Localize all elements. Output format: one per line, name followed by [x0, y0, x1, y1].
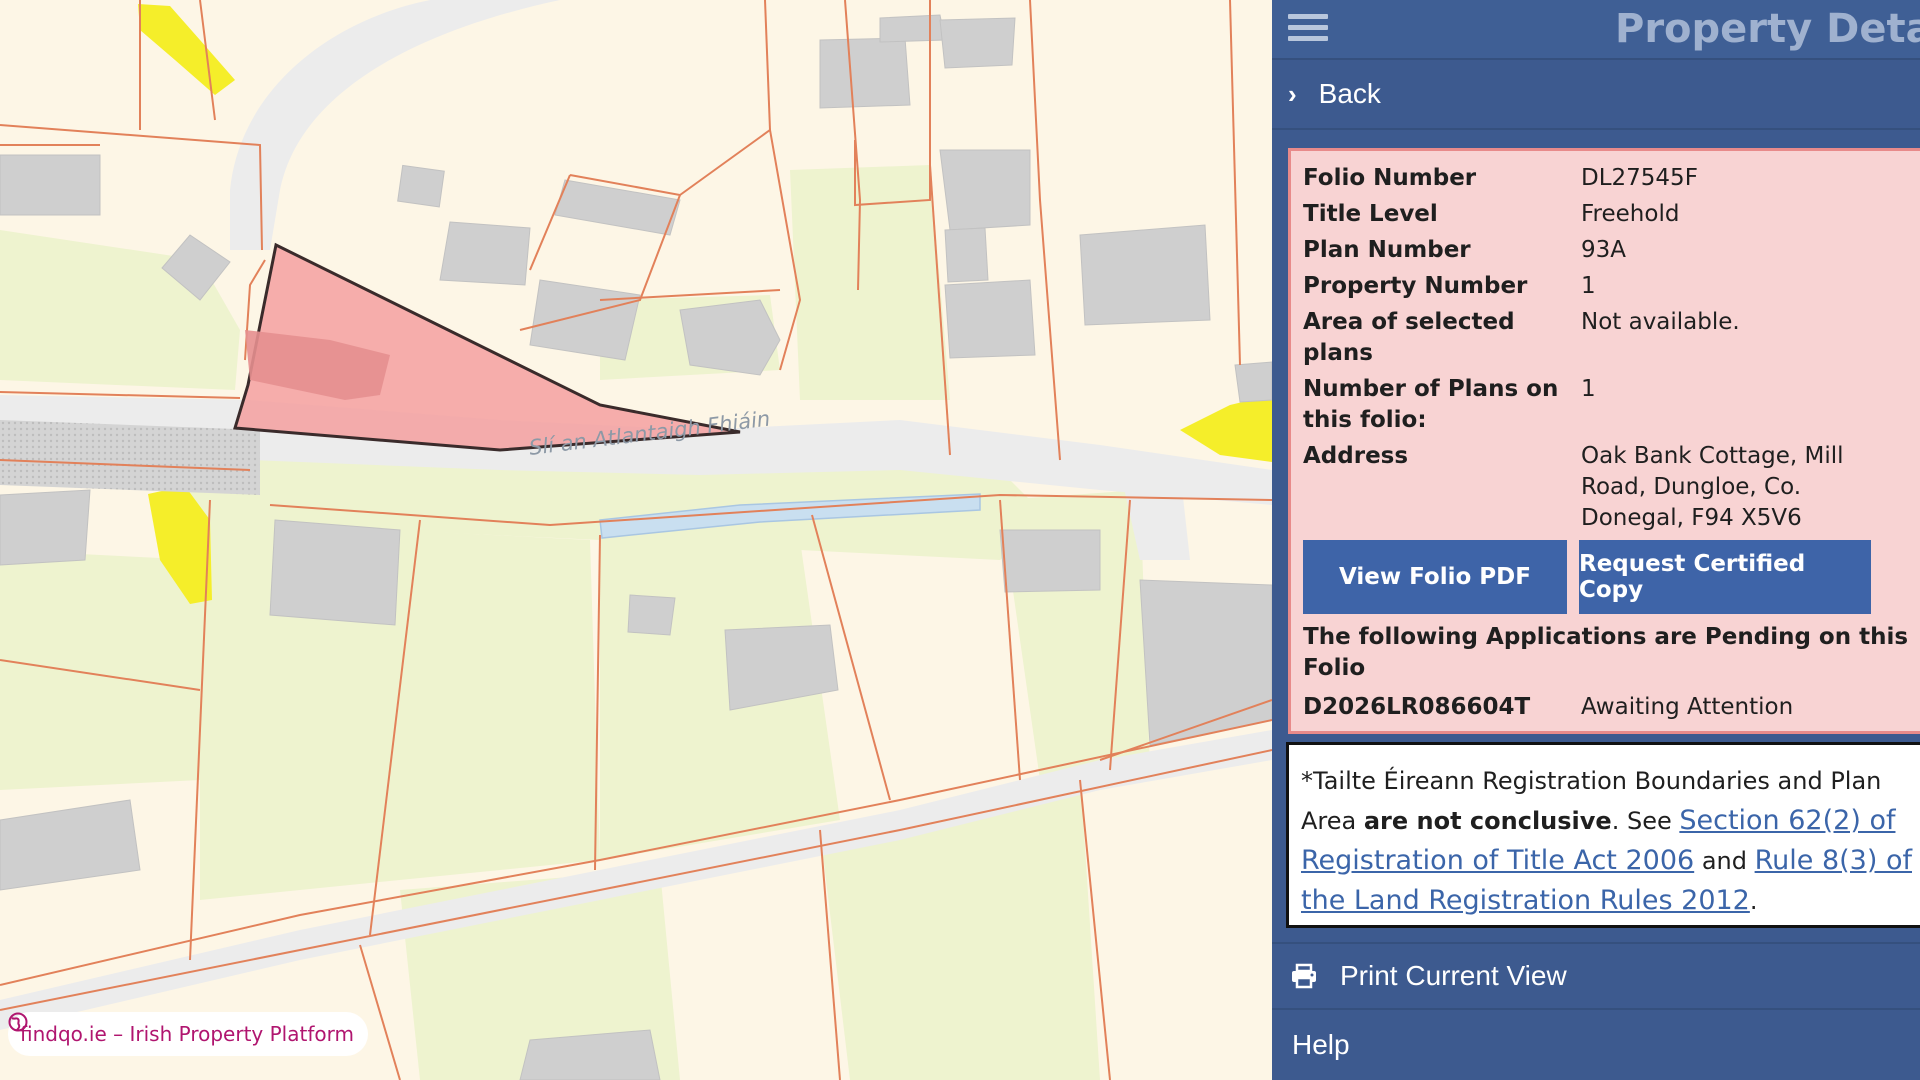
- back-label: Back: [1318, 78, 1381, 109]
- watermark: findqo.ie – Irish Property Platform: [8, 1012, 368, 1056]
- printer-icon: [1292, 963, 1316, 989]
- detail-value: DL27545F: [1581, 165, 1698, 191]
- back-button[interactable]: › Back: [1272, 60, 1920, 130]
- help-button[interactable]: Help: [1272, 1010, 1920, 1080]
- notice-bold: are not conclusive: [1363, 807, 1612, 835]
- detail-row-number-of-plans: Number of Plans on this folio: 1: [1303, 374, 1915, 436]
- detail-row-folio-number: Folio Number DL27545F: [1303, 163, 1915, 194]
- detail-label: Plan Number: [1303, 237, 1471, 263]
- detail-label: Folio Number: [1303, 165, 1477, 191]
- detail-label: Address: [1303, 443, 1409, 469]
- notice-middle: . See: [1611, 807, 1680, 835]
- detail-row-address: Address Oak Bank Cottage, Mill Road, Dun…: [1303, 441, 1915, 534]
- globe-icon: [8, 1012, 28, 1032]
- request-certified-copy-button[interactable]: Request Certified Copy: [1579, 540, 1871, 614]
- watermark-text: findqo.ie – Irish Property Platform: [20, 1022, 354, 1046]
- chevron-right-icon: ›: [1288, 78, 1297, 109]
- hamburger-menu-icon[interactable]: [1288, 14, 1328, 46]
- notice-suffix: .: [1749, 887, 1758, 915]
- detail-label: Property Number: [1303, 273, 1528, 299]
- detail-value: 1: [1581, 376, 1596, 402]
- folio-details: Folio Number DL27545F Title Level Freeho…: [1288, 148, 1920, 734]
- detail-label: Title Level: [1303, 201, 1438, 227]
- detail-value: Not available.: [1581, 309, 1740, 335]
- print-label: Print Current View: [1340, 960, 1567, 991]
- detail-row-plan-number: Plan Number 93A: [1303, 235, 1915, 266]
- hatched-area: [0, 420, 260, 495]
- property-details-panel: Property Details › Back Folio Number DL2…: [1272, 0, 1920, 1080]
- pending-application-status: Awaiting Attention: [1581, 694, 1794, 720]
- detail-label: Number of Plans on this folio:: [1303, 376, 1559, 433]
- map-view[interactable]: Slí an Atlantaigh Fhiáin findqo.ie – Iri…: [0, 0, 1272, 1080]
- view-folio-pdf-button[interactable]: View Folio PDF: [1303, 540, 1567, 614]
- panel-header: Property Details: [1272, 0, 1920, 60]
- detail-row-property-number: Property Number 1: [1303, 271, 1915, 302]
- map-canvas[interactable]: Slí an Atlantaigh Fhiáin: [0, 0, 1272, 1080]
- detail-label: Area of selected plans: [1303, 309, 1515, 366]
- print-current-view-button[interactable]: Print Current View: [1272, 942, 1920, 1010]
- detail-value: 93A: [1581, 237, 1627, 263]
- pending-application-id: D2026LR086604T: [1303, 694, 1531, 720]
- notice-and: and: [1694, 847, 1755, 875]
- panel-title: Property Details: [1615, 6, 1920, 52]
- help-label: Help: [1292, 1029, 1350, 1060]
- pending-application-row: D2026LR086604T Awaiting Attention: [1303, 692, 1915, 723]
- pending-applications-title: The following Applications are Pending o…: [1303, 624, 1909, 681]
- folio-actions: View Folio PDF Request Certified Copy: [1303, 540, 1915, 614]
- detail-value: 1: [1581, 273, 1596, 299]
- detail-value: Oak Bank Cottage, Mill Road, Dungloe, Co…: [1581, 443, 1844, 531]
- detail-value: Freehold: [1581, 201, 1680, 227]
- detail-row-title-level: Title Level Freehold: [1303, 199, 1915, 230]
- disclaimer-notice: *Tailte Éireann Registration Boundaries …: [1286, 742, 1920, 928]
- detail-row-area: Area of selected plans Not available.: [1303, 307, 1915, 369]
